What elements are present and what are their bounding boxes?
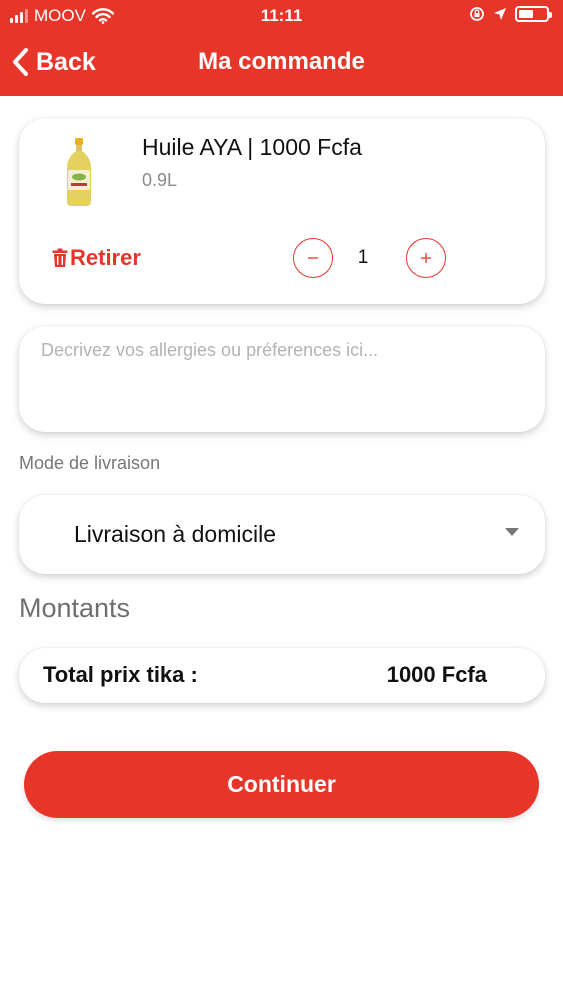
- continue-button[interactable]: Continuer: [24, 751, 539, 818]
- delivery-mode-value: Livraison à domicile: [74, 521, 276, 547]
- back-button[interactable]: Back: [10, 44, 96, 80]
- trash-icon: [52, 248, 68, 267]
- notes-card: [19, 326, 545, 432]
- total-label: Total prix tika :: [43, 662, 198, 687]
- back-label: Back: [36, 47, 96, 76]
- total-card: Total prix tika : 1000 Fcfa: [19, 648, 545, 703]
- decrease-quantity-button[interactable]: [293, 238, 333, 278]
- plus-icon: [421, 253, 431, 263]
- amounts-heading: Montants: [19, 593, 131, 623]
- status-right: [469, 6, 552, 22]
- allergies-notes-input[interactable]: [41, 340, 523, 418]
- increase-quantity-button[interactable]: [406, 238, 446, 278]
- delivery-mode-label: Mode de livraison: [19, 453, 161, 473]
- location-arrow-icon: [494, 8, 506, 20]
- screen-rotation-lock-icon: [470, 7, 484, 21]
- app-header: MOOV 11:11 Back Ma commande: [0, 0, 563, 96]
- remove-item-button[interactable]: Retirer: [52, 245, 141, 271]
- battery-icon: [515, 6, 552, 22]
- quantity-value: 1: [357, 247, 369, 268]
- delivery-mode-select[interactable]: Livraison à domicile: [19, 495, 545, 574]
- total-value: 1000 Fcfa: [386, 662, 487, 687]
- status-bar: MOOV 11:11: [0, 0, 563, 34]
- battery-level: [519, 10, 533, 18]
- nav-bar: Back Ma commande: [0, 34, 563, 96]
- caret-down-icon: [505, 528, 519, 536]
- cart-item-card: Huile AYA | 1000 Fcfa 0.9L Retirer 1: [19, 118, 545, 304]
- oil-bottle-icon: [67, 138, 91, 206]
- product-size: 0.9L: [142, 170, 178, 190]
- minus-icon: [308, 257, 318, 259]
- product-name: Huile AYA | 1000 Fcfa: [142, 134, 362, 160]
- remove-item-label: Retirer: [70, 245, 141, 270]
- chevron-left-icon: [13, 48, 28, 76]
